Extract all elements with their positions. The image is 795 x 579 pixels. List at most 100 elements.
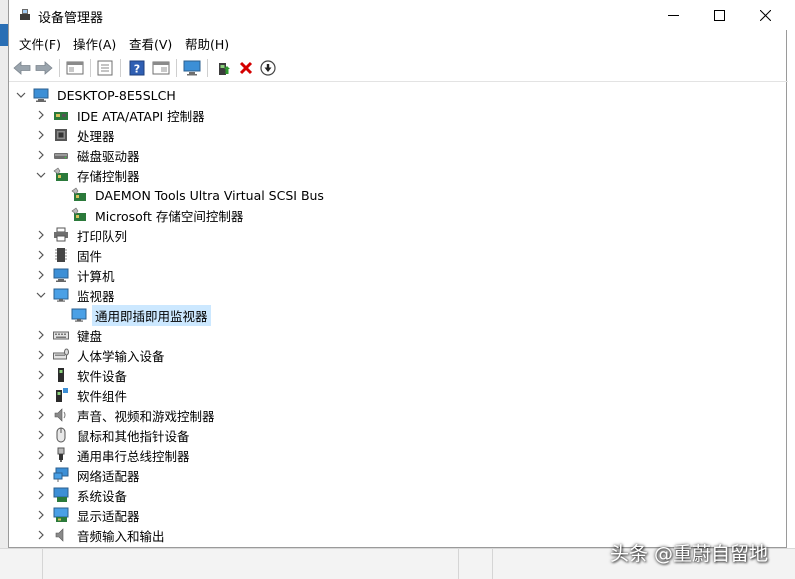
toolbar-separator (176, 59, 177, 77)
minimize-icon (667, 14, 679, 16)
tree-device[interactable]: Microsoft 存储空间控制器 (71, 205, 246, 225)
chevron-right-icon[interactable] (35, 269, 47, 281)
tree-item-label: IDE ATA/ATAPI 控制器 (77, 108, 205, 124)
monitor-icon (71, 307, 87, 323)
tree-category[interactable]: 软件组件 (35, 385, 130, 405)
chevron-right-icon[interactable] (35, 329, 47, 341)
properties-button[interactable] (94, 57, 116, 79)
monitor-scan-icon (183, 60, 201, 76)
close-button[interactable] (742, 0, 788, 30)
tree-category[interactable]: 软件设备 (35, 365, 130, 385)
menu-view[interactable]: 查看(V) (129, 34, 172, 53)
chevron-down-icon[interactable] (15, 89, 27, 101)
tree-device[interactable]: DAEMON Tools Ultra Virtual SCSI Bus (71, 185, 327, 205)
tree-category[interactable]: 键盘 (35, 325, 105, 345)
chevron-right-icon[interactable] (35, 449, 47, 461)
tree-category[interactable]: 系统设备 (35, 485, 130, 505)
window-title: 设备管理器 (38, 11, 104, 26)
chevron-right-icon[interactable] (35, 489, 47, 501)
show-hide-tree-button[interactable] (64, 57, 86, 79)
menu-action[interactable]: 操作(A) (73, 34, 116, 53)
usb-icon (53, 447, 69, 463)
software-component-icon (53, 387, 69, 403)
tree-category[interactable]: 监视器 (35, 285, 118, 305)
tree-item-label: 存储控制器 (77, 168, 140, 184)
storage-controller-icon (71, 187, 87, 203)
chevron-down-icon[interactable] (35, 289, 47, 301)
toolbar-separator (207, 59, 208, 77)
tree-category[interactable]: 存储控制器 (35, 165, 143, 185)
chevron-right-icon[interactable] (35, 109, 47, 121)
menu-file[interactable]: 文件(F) (19, 34, 61, 53)
tree-category[interactable]: 网络适配器 (35, 465, 143, 485)
printer-icon (53, 227, 69, 243)
tree-category[interactable]: 人体学输入设备 (35, 345, 168, 365)
tree-item-label: 软件组件 (77, 388, 128, 404)
forward-arrow-icon (35, 61, 53, 75)
help-icon: ? (129, 60, 145, 76)
chevron-right-icon[interactable] (35, 149, 47, 161)
uninstall-device-button[interactable] (235, 57, 257, 79)
toolbar-separator (120, 59, 121, 77)
tree-category[interactable]: 打印队列 (35, 225, 130, 245)
processor-icon (53, 127, 69, 143)
ide-controller-icon (53, 107, 69, 123)
audio-io-icon (53, 527, 69, 543)
chevron-right-icon[interactable] (35, 129, 47, 141)
title-bar: 设备管理器 (9, 0, 788, 30)
view-button[interactable] (150, 57, 172, 79)
tree-category[interactable]: 音频输入和输出 (35, 525, 168, 545)
help-button[interactable]: ? (126, 57, 148, 79)
tree-item-label: 软件设备 (77, 368, 128, 384)
tree-category[interactable]: 声音、视频和游戏控制器 (35, 405, 218, 425)
chevron-right-icon[interactable] (35, 409, 47, 421)
chevron-right-icon[interactable] (35, 469, 47, 481)
chevron-right-icon[interactable] (35, 229, 47, 241)
update-driver-icon (219, 63, 230, 75)
back-arrow-icon (13, 61, 31, 75)
update-driver-button[interactable] (213, 57, 235, 79)
tree-category[interactable]: 处理器 (35, 125, 118, 145)
storage-controller-icon (53, 167, 69, 183)
disable-device-button[interactable] (257, 57, 279, 79)
monitor-icon (53, 287, 69, 303)
tree-category[interactable]: IDE ATA/ATAPI 控制器 (35, 105, 208, 125)
disable-device-icon (260, 60, 276, 76)
menu-help[interactable]: 帮助(H) (185, 34, 229, 53)
tree-category[interactable]: 固件 (35, 245, 105, 265)
tree-item-label: DESKTOP-8E5SLCH (57, 87, 176, 103)
tree-item-label: 固件 (77, 248, 103, 264)
tree-category[interactable]: 计算机 (35, 265, 118, 285)
tree-item-label: 鼠标和其他指针设备 (77, 428, 190, 444)
chevron-right-icon[interactable] (35, 249, 47, 261)
tree-root-computer[interactable]: DESKTOP-8E5SLCH (15, 85, 179, 105)
chevron-right-icon[interactable] (35, 389, 47, 401)
tree-item-label: 计算机 (77, 268, 115, 284)
scan-hardware-button[interactable] (181, 57, 203, 79)
chevron-right-icon[interactable] (35, 349, 47, 361)
tree-category[interactable]: 鼠标和其他指针设备 (35, 425, 193, 445)
maximize-button[interactable] (696, 0, 742, 30)
chevron-down-icon[interactable] (35, 169, 47, 181)
tree-category[interactable]: 显示适配器 (35, 505, 143, 525)
firmware-icon (53, 247, 69, 263)
show-hide-tree-icon (66, 61, 84, 75)
tree-item-label: 打印队列 (77, 228, 128, 244)
tree-category[interactable]: 磁盘驱动器 (35, 145, 143, 165)
tree-item-label: Microsoft 存储空间控制器 (95, 208, 244, 224)
svg-text:?: ? (134, 63, 140, 76)
tree-item-label: 键盘 (77, 328, 103, 344)
chevron-right-icon[interactable] (35, 529, 47, 541)
storage-controller-icon (71, 207, 87, 223)
forward-button[interactable] (33, 57, 55, 79)
minimize-button[interactable] (650, 0, 696, 30)
tree-item-label: 网络适配器 (77, 468, 140, 484)
tree-category[interactable]: 通用串行总线控制器 (35, 445, 193, 465)
tree-device[interactable]: 通用即插即用监视器 (71, 304, 211, 326)
toolbar-separator (59, 59, 60, 77)
background-window-edge (0, 0, 8, 579)
chevron-right-icon[interactable] (35, 429, 47, 441)
chevron-right-icon[interactable] (35, 369, 47, 381)
back-button[interactable] (11, 57, 33, 79)
chevron-right-icon[interactable] (35, 509, 47, 521)
